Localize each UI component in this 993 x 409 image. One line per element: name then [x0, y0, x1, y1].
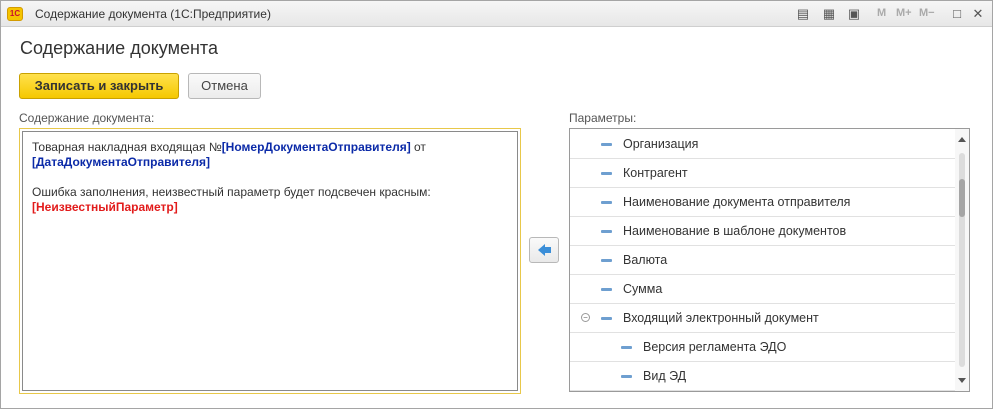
calculator-icon[interactable]: ▦ [821, 6, 837, 22]
parameter-icon [621, 375, 632, 378]
parameter-label: Контрагент [623, 166, 688, 180]
parameter-row[interactable]: Версия регламента ЭДО [570, 333, 956, 362]
app-logo: 1С [7, 7, 23, 21]
editor-text: от [410, 140, 426, 154]
parameter-icon [601, 172, 612, 175]
save-and-close-button[interactable]: Записать и закрыть [19, 73, 179, 99]
parameter-label: Валюта [623, 253, 668, 267]
parameters-scrollbar[interactable] [955, 129, 969, 391]
parameter-row[interactable]: Сумма [570, 275, 956, 304]
parameter-row[interactable]: Вид ЭД [570, 362, 956, 391]
parameter-row[interactable]: Наименование в шаблоне документов [570, 217, 956, 246]
arrow-left-icon-body [544, 247, 551, 253]
parameter-icon [601, 288, 612, 291]
parameter-icon [621, 346, 632, 349]
parameter-label: Входящий электронный документ [623, 311, 819, 325]
editor-text: Товарная накладная входящая № [32, 140, 222, 154]
parameter-label: Сумма [623, 282, 663, 296]
param-document-date: [ДатаДокументаОтправителя] [32, 155, 211, 169]
scroll-thumb[interactable] [959, 179, 965, 217]
parameter-row[interactable]: Наименование документа отправителя [570, 188, 956, 217]
window-title: Содержание документа (1С:Предприятие) [35, 7, 271, 21]
parameter-icon [601, 317, 612, 320]
document-content-window: 1С Содержание документа (1С:Предприятие)… [0, 0, 993, 409]
memory-button[interactable]: M [877, 7, 886, 19]
editor-paragraph-1: Товарная накладная входящая №[НомерДокум… [32, 140, 508, 170]
param-unknown: [НеизвестныйПараметр] [32, 200, 178, 214]
parameter-icon [601, 230, 612, 233]
editor-text: Ошибка заполнения, неизвестный параметр … [32, 185, 431, 199]
close-icon[interactable]: ✕ [970, 6, 986, 22]
document-content-editor[interactable]: Товарная накладная входящая №[НомерДокум… [19, 128, 521, 394]
editor-label: Содержание документа: [19, 111, 155, 125]
parameters-label: Параметры: [569, 111, 637, 125]
parameter-row[interactable]: − Входящий электронный документ [570, 304, 956, 333]
calendar-icon[interactable]: ▣ [846, 6, 862, 22]
memory-minus-button[interactable]: M− [919, 7, 935, 19]
form-title: Содержание документа [20, 38, 218, 58]
editor-paragraph-2: Ошибка заполнения, неизвестный параметр … [32, 185, 508, 215]
collapse-icon[interactable]: − [581, 313, 590, 322]
memory-plus-button[interactable]: M+ [896, 7, 912, 19]
scroll-up-icon[interactable] [958, 137, 966, 142]
parameter-icon [601, 259, 612, 262]
print-icon[interactable]: ▤ [795, 6, 811, 22]
parameter-label: Наименование в шаблоне документов [623, 224, 847, 238]
parameter-label: Вид ЭД [643, 369, 687, 383]
maximize-icon[interactable]: □ [949, 6, 965, 22]
parameter-row[interactable]: Валюта [570, 246, 956, 275]
parameter-label: Версия регламента ЭДО [643, 340, 787, 354]
scroll-down-icon[interactable] [958, 378, 966, 383]
scroll-track[interactable] [959, 153, 965, 367]
parameter-icon [601, 201, 612, 204]
parameters-tree[interactable]: Вид ЭД Версия регламента ЭДО − Входящий эле… [569, 128, 970, 392]
parameter-label: Организация [623, 137, 699, 151]
cancel-button[interactable]: Отмена [188, 73, 261, 99]
parameter-icon [601, 143, 612, 146]
editor-text-area[interactable]: Товарная накладная входящая №[НомерДокум… [22, 131, 518, 391]
parameter-label: Наименование документа отправителя [623, 195, 851, 209]
param-document-number: [НомерДокументаОтправителя] [221, 140, 411, 154]
parameter-row[interactable]: Организация [570, 130, 956, 159]
title-bar: 1С Содержание документа (1С:Предприятие)… [1, 1, 992, 27]
parameter-row[interactable]: Контрагент [570, 159, 956, 188]
insert-parameter-button[interactable] [529, 237, 559, 263]
